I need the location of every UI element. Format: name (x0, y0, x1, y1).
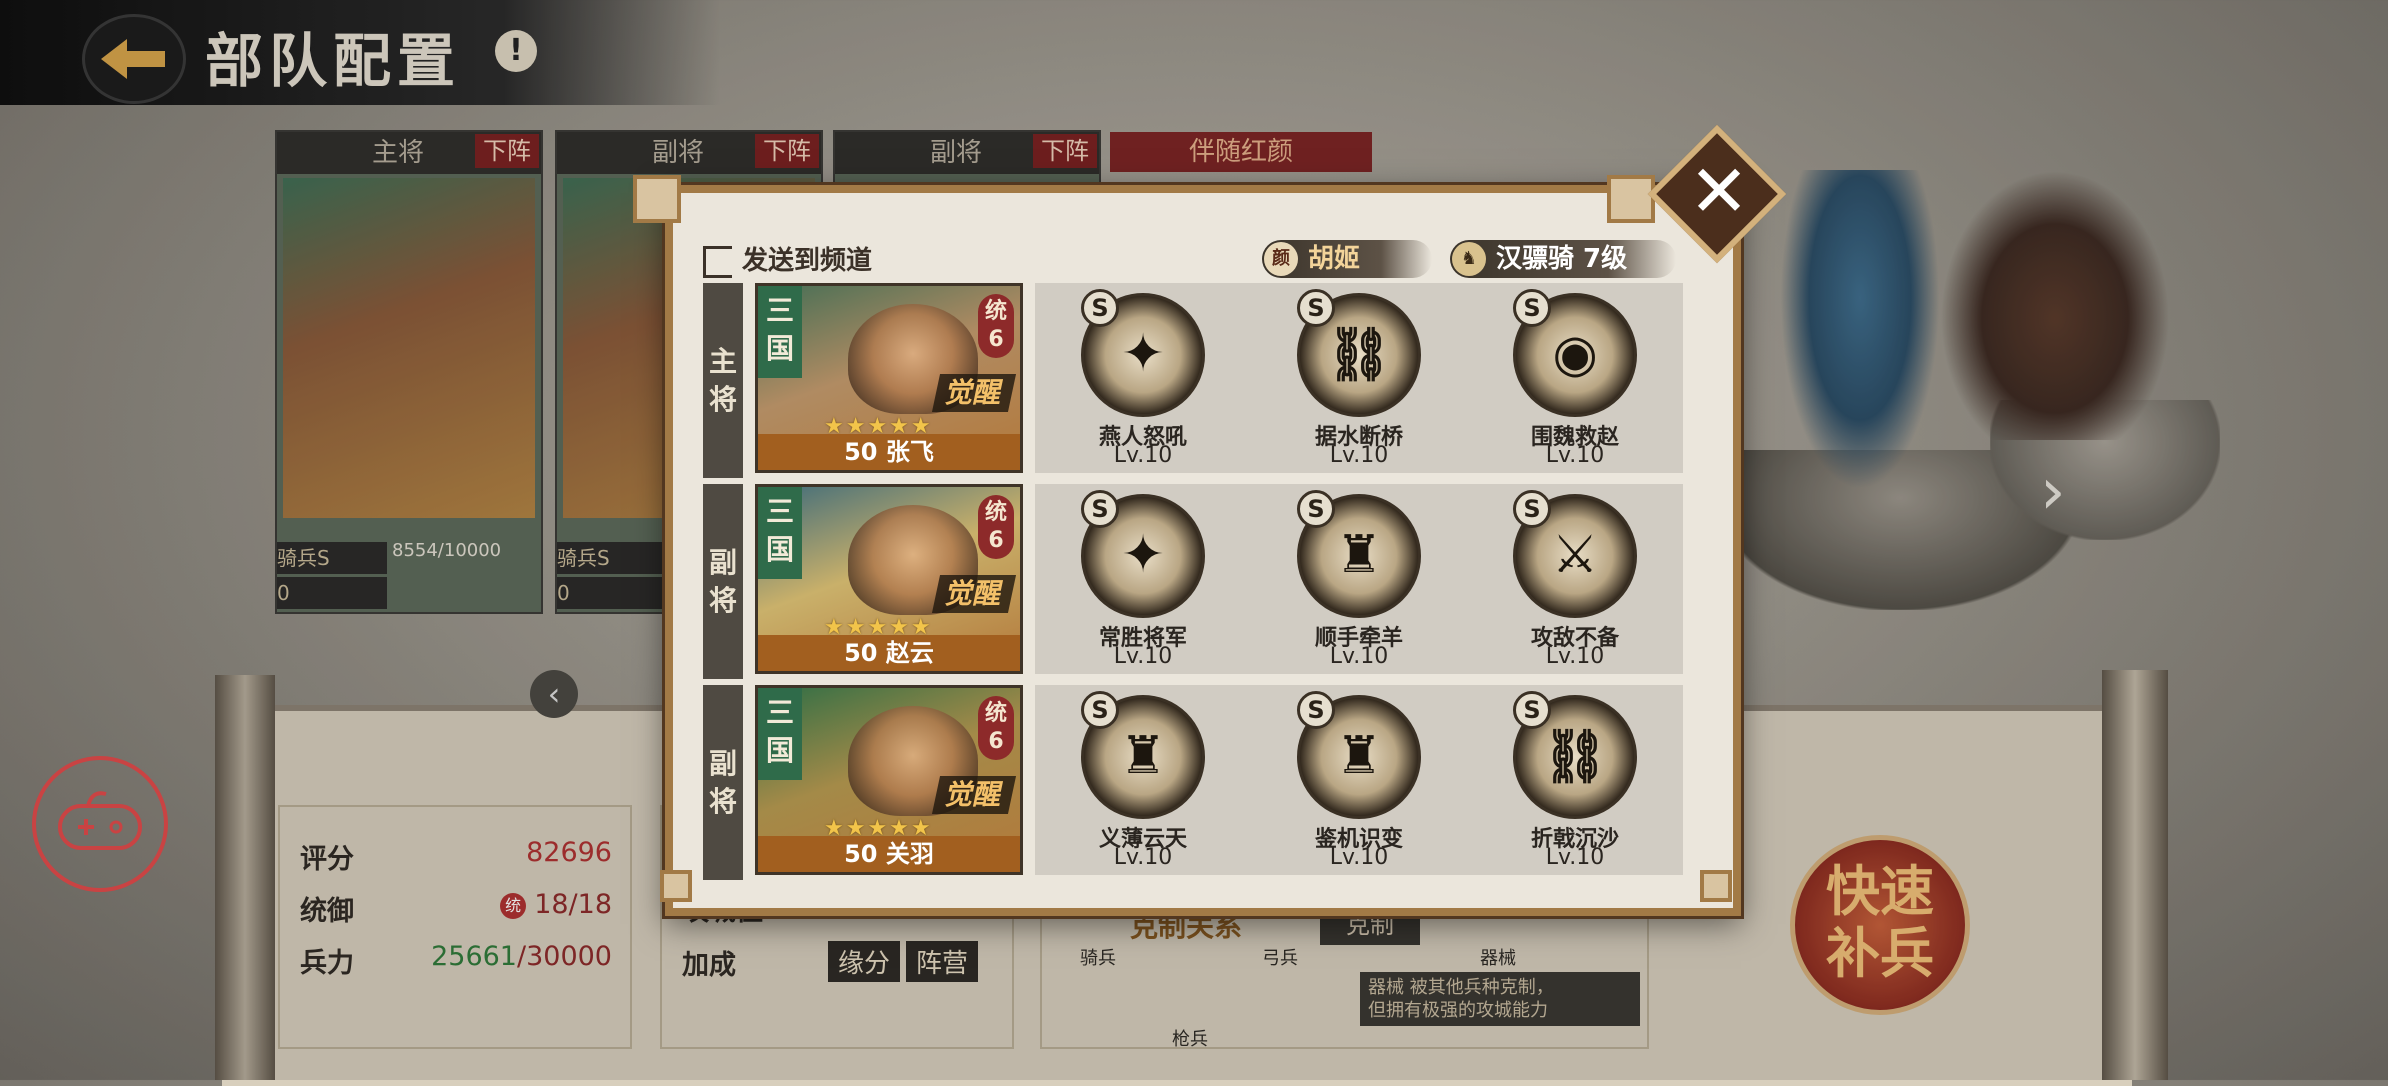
command-badge: 统6 (978, 294, 1014, 358)
skill-glyph: ⛓ (1325, 325, 1392, 385)
modal-corner-ornament (660, 870, 692, 902)
lineup-row: 主将 三国 统6 觉醒 ★★★★★ 50 张飞 ✦ S 燕人怒吼 Lv.10 ⛓… (703, 283, 1683, 478)
awakened-badge: 觉醒 (931, 374, 1017, 412)
skill-glyph: ⚔ (1551, 525, 1599, 585)
skill-grade-badge: S (1513, 289, 1551, 327)
skill-level: Lv.10 (1329, 644, 1389, 669)
hero-name: 50 关羽 (758, 836, 1020, 872)
skill-level: Lv.10 (1113, 443, 1173, 468)
skill-slot[interactable]: ✦ S 常胜将军 Lv.10 (1035, 484, 1251, 674)
skill-slot[interactable]: ♜ S 顺手牵羊 Lv.10 (1251, 484, 1467, 674)
skill-level: Lv.10 (1329, 443, 1389, 468)
skill-glyph: ⛓ (1541, 727, 1608, 787)
skill-grade-badge: S (1297, 490, 1335, 528)
skill-slot[interactable]: ✦ S 燕人怒吼 Lv.10 (1035, 283, 1251, 473)
skill-grade-badge: S (1081, 691, 1119, 729)
skill-level: Lv.10 (1113, 845, 1173, 870)
modal-corner-ornament (1607, 175, 1655, 223)
modal-corner-ornament (1700, 870, 1732, 902)
skill-glyph: ♜ (1335, 525, 1383, 585)
skill-glyph: ♜ (1335, 726, 1383, 786)
skill-slot[interactable]: ⛓ S 据水断桥 Lv.10 (1251, 283, 1467, 473)
skill-glyph: ◉ (1552, 324, 1598, 384)
row-role: 主将 (703, 283, 743, 478)
beauty-name: 胡姬 (1308, 244, 1361, 274)
close-icon[interactable]: ✕ (1676, 148, 1762, 234)
lineup-row: 副将 三国 统6 觉醒 ★★★★★ 50 赵云 ✦ S 常胜将军 Lv.10 ♜… (703, 484, 1683, 679)
skill-level: Lv.10 (1545, 443, 1605, 468)
awakened-badge: 觉醒 (931, 575, 1017, 613)
faction-badge: 三国 (758, 688, 802, 780)
faction-badge: 三国 (758, 286, 802, 378)
skill-grade-badge: S (1297, 289, 1335, 327)
send-to-channel-label: 发送到频道 (742, 246, 873, 276)
row-role: 副将 (703, 484, 743, 679)
command-badge: 统6 (978, 495, 1014, 559)
hero-name: 50 赵云 (758, 635, 1020, 671)
skill-grade-badge: S (1081, 490, 1119, 528)
skill-slot[interactable]: ◉ S 围魏救赵 Lv.10 (1467, 283, 1683, 473)
skill-slot[interactable]: ♜ S 义薄云天 Lv.10 (1035, 685, 1251, 875)
skill-level: Lv.10 (1329, 845, 1389, 870)
skill-level: Lv.10 (1545, 845, 1605, 870)
hero-name: 50 张飞 (758, 434, 1020, 470)
hero-card[interactable]: 三国 统6 觉醒 ★★★★★ 50 赵云 (755, 484, 1023, 674)
skill-slot[interactable]: ♜ S 鉴机识变 Lv.10 (1251, 685, 1467, 875)
hero-card[interactable]: 三国 统6 觉醒 ★★★★★ 50 张飞 (755, 283, 1023, 473)
skill-grade-badge: S (1513, 490, 1551, 528)
skill-list: ♜ S 义薄云天 Lv.10 ♜ S 鉴机识变 Lv.10 ⛓ S 折戟沉沙 L… (1035, 685, 1683, 875)
faction-badge: 三国 (758, 487, 802, 579)
unit-label: 汉骠骑 7级 (1496, 244, 1628, 274)
lineup-row: 副将 三国 统6 觉醒 ★★★★★ 50 关羽 ♜ S 义薄云天 Lv.10 ♜… (703, 685, 1683, 880)
horse-icon: ♞ (1452, 242, 1486, 276)
skill-list: ✦ S 常胜将军 Lv.10 ♜ S 顺手牵羊 Lv.10 ⚔ S 攻敌不备 L… (1035, 484, 1683, 674)
row-role: 副将 (703, 685, 743, 880)
command-badge: 统6 (978, 696, 1014, 760)
send-icon (703, 245, 732, 278)
beauty-tag: 颜胡姬 (1262, 240, 1432, 278)
skill-grade-badge: S (1297, 691, 1335, 729)
unit-tag: ♞ 汉骠骑 7级 (1450, 240, 1676, 278)
skill-list: ✦ S 燕人怒吼 Lv.10 ⛓ S 据水断桥 Lv.10 ◉ S 围魏救赵 L… (1035, 283, 1683, 473)
skill-slot[interactable]: ⚔ S 攻敌不备 Lv.10 (1467, 484, 1683, 674)
skill-glyph: ♜ (1119, 726, 1167, 786)
beauty-icon: 颜 (1264, 242, 1298, 276)
awakened-badge: 觉醒 (931, 776, 1017, 814)
skill-glyph: ✦ (1121, 324, 1165, 384)
skill-level: Lv.10 (1545, 644, 1605, 669)
hero-card[interactable]: 三国 统6 觉醒 ★★★★★ 50 关羽 (755, 685, 1023, 875)
send-to-channel-button[interactable]: 发送到频道 (703, 240, 872, 278)
modal-corner-ornament (633, 175, 681, 223)
skill-glyph: ✦ (1121, 525, 1165, 585)
skill-level: Lv.10 (1113, 644, 1173, 669)
skill-slot[interactable]: ⛓ S 折戟沉沙 Lv.10 (1467, 685, 1683, 875)
skill-grade-badge: S (1513, 691, 1551, 729)
skill-grade-badge: S (1081, 289, 1119, 327)
